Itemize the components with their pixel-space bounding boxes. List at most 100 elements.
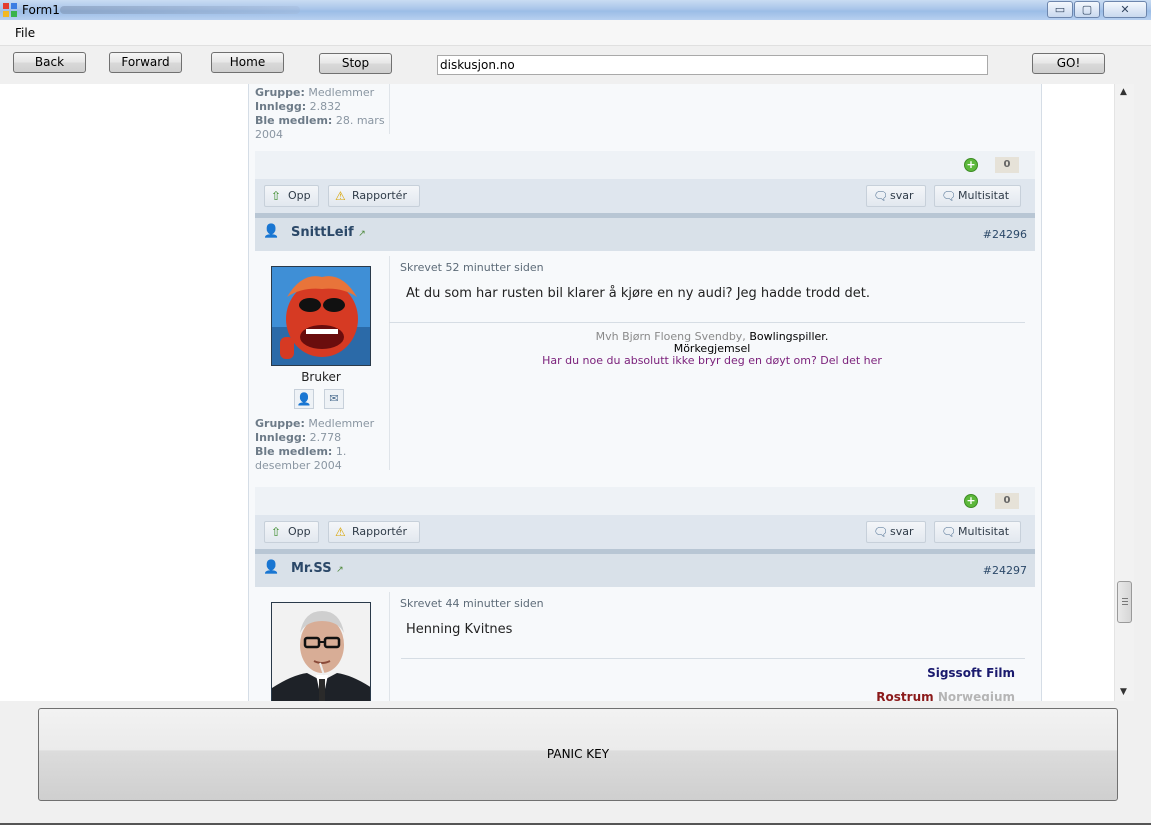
divider bbox=[389, 592, 390, 701]
arrow-up-icon: ⇧ bbox=[271, 189, 282, 203]
post-number[interactable]: #24297 bbox=[983, 564, 1027, 577]
maximize-button[interactable]: ▢ bbox=[1074, 1, 1100, 18]
avatar-image bbox=[272, 267, 370, 365]
warning-icon: ⚠ bbox=[335, 525, 346, 539]
scroll-up-icon[interactable]: ▲ bbox=[1120, 87, 1127, 97]
report-button[interactable]: ⚠ Rapportér bbox=[328, 521, 420, 543]
post-actions: ⇧ Opp ⚠ Rapportér 🗨 svar 🗨 Multisitat bbox=[255, 515, 1035, 549]
minimize-button[interactable]: ▭ bbox=[1047, 1, 1073, 18]
group-value: Medlemmer bbox=[308, 86, 375, 99]
toolbar: Back Forward Home Stop diskusjon.no GO! bbox=[0, 46, 1151, 84]
username-link[interactable]: Mr.SS bbox=[291, 561, 332, 576]
minimize-icon: ▭ bbox=[1054, 3, 1066, 16]
up-button[interactable]: ⇧ Opp bbox=[264, 185, 319, 207]
post-header: 👤 Mr.SS ↗ #24297 bbox=[255, 549, 1035, 587]
post-header: 👤 SnittLeif ↗ #24296 bbox=[255, 213, 1035, 251]
group-label: Gruppe: bbox=[255, 86, 305, 99]
multiquote-button[interactable]: 🗨 Multisitat bbox=[934, 521, 1021, 543]
menu-bar: File bbox=[0, 20, 1151, 46]
posts-value: 2.778 bbox=[309, 431, 342, 444]
signature-link[interactable]: Rostrum bbox=[876, 690, 933, 701]
post-number[interactable]: #24296 bbox=[983, 228, 1027, 241]
plus-icon[interactable]: + bbox=[964, 158, 978, 172]
reply-button[interactable]: 🗨 svar bbox=[866, 185, 926, 207]
report-button[interactable]: ⚠ Rapportér bbox=[328, 185, 420, 207]
reputation-count: 0 bbox=[995, 493, 1019, 509]
scrollbar-thumb[interactable] bbox=[1117, 581, 1132, 623]
group-value: Medlemmer bbox=[308, 417, 375, 430]
up-button[interactable]: ⇧ Opp bbox=[264, 521, 319, 543]
go-button[interactable]: GO! bbox=[1032, 53, 1105, 74]
signature-link[interactable]: Sigssoft Film bbox=[927, 666, 1015, 680]
up-label: Opp bbox=[288, 525, 311, 538]
multiquote-label: Multisitat bbox=[958, 189, 1010, 202]
arrow-up-icon: ⇧ bbox=[271, 525, 282, 539]
browser-viewport[interactable]: Gruppe: Medlemmer Innlegg: 2.832 Ble med… bbox=[0, 84, 1134, 701]
posts-label: Innlegg: bbox=[255, 100, 307, 113]
forward-button[interactable]: Forward bbox=[109, 52, 182, 73]
signature-link[interactable]: Bowlingspiller. bbox=[749, 330, 828, 343]
stop-button[interactable]: Stop bbox=[319, 53, 392, 74]
add-friend-icon: 👤 bbox=[296, 392, 312, 406]
add-friend-button[interactable]: 👤 bbox=[294, 389, 314, 409]
posted-time: Skrevet 52 minutter siden bbox=[400, 261, 544, 274]
home-button[interactable]: Home bbox=[211, 52, 284, 73]
reply-label: svar bbox=[890, 189, 914, 202]
signature-link[interactable]: Norwegium bbox=[938, 690, 1015, 701]
posts-label: Innlegg: bbox=[255, 431, 307, 444]
signature: Mvh Bjørn Floeng Svendby, Bowlingspiller… bbox=[389, 331, 1035, 367]
plus-icon[interactable]: + bbox=[964, 494, 978, 508]
multiquote-button[interactable]: 🗨 Multisitat bbox=[934, 185, 1021, 207]
panic-area: PANIC KEY bbox=[0, 701, 1151, 825]
grip-icon bbox=[1122, 598, 1128, 599]
user-offline-icon: 👤 bbox=[263, 560, 280, 575]
reputation-bar: + 0 bbox=[255, 487, 1035, 515]
signature-divider bbox=[401, 658, 1025, 659]
reply-icon: 🗨 bbox=[873, 189, 889, 203]
message-button[interactable]: ✉ bbox=[324, 389, 344, 409]
multiquote-label: Multisitat bbox=[958, 525, 1010, 538]
external-link-icon: ↗ bbox=[336, 565, 344, 575]
post-body: Henning Kvitnes bbox=[406, 622, 513, 637]
user-offline-icon: 👤 bbox=[263, 224, 280, 239]
close-button[interactable]: ✕ bbox=[1103, 1, 1147, 18]
reply-label: svar bbox=[890, 525, 914, 538]
avatar[interactable] bbox=[271, 602, 371, 701]
post-username[interactable]: SnittLeif ↗ bbox=[291, 225, 366, 240]
back-button[interactable]: Back bbox=[13, 52, 86, 73]
group-label: Gruppe: bbox=[255, 417, 305, 430]
multiquote-icon: 🗨 bbox=[941, 189, 957, 203]
scroll-down-icon[interactable]: ▼ bbox=[1120, 687, 1127, 697]
joined-label: Ble medlem: bbox=[255, 445, 333, 458]
reputation-bar: + 0 bbox=[255, 151, 1035, 179]
post-username[interactable]: Mr.SS ↗ bbox=[291, 561, 344, 576]
avatar-image bbox=[272, 603, 370, 701]
window-title: Form1 bbox=[22, 3, 60, 17]
divider bbox=[389, 84, 390, 134]
joined-label: Ble medlem: bbox=[255, 114, 333, 127]
post-actions: ⇧ Opp ⚠ Rapportér 🗨 svar 🗨 Multisitat bbox=[255, 179, 1035, 213]
reply-icon: 🗨 bbox=[873, 525, 889, 539]
user-info-prev: Gruppe: Medlemmer Innlegg: 2.832 Ble med… bbox=[255, 86, 385, 142]
vertical-scrollbar[interactable]: ▲ ▼ bbox=[1114, 84, 1134, 701]
envelope-icon: ✉ bbox=[329, 392, 339, 405]
close-icon: ✕ bbox=[1120, 3, 1130, 16]
up-label: Opp bbox=[288, 189, 311, 202]
report-label: Rapportér bbox=[352, 525, 407, 538]
panic-key-button[interactable]: PANIC KEY bbox=[38, 708, 1118, 801]
user-role: Bruker bbox=[301, 370, 341, 384]
posted-time: Skrevet 44 minutter siden bbox=[400, 597, 544, 610]
user-info: Gruppe: Medlemmer Innlegg: 2.778 Ble med… bbox=[255, 417, 385, 473]
signature-link[interactable]: Har du noe du absolutt ikke bryr deg en … bbox=[389, 355, 1035, 367]
signature: Rostrum Norwegium bbox=[876, 690, 1015, 701]
address-input[interactable]: diskusjon.no bbox=[437, 55, 988, 75]
avatar[interactable] bbox=[271, 266, 371, 366]
reputation-count: 0 bbox=[995, 157, 1019, 173]
reply-button[interactable]: 🗨 svar bbox=[866, 521, 926, 543]
title-bar: Form1 ▭ ▢ ✕ bbox=[0, 0, 1151, 20]
multiquote-icon: 🗨 bbox=[941, 525, 957, 539]
menu-file[interactable]: File bbox=[15, 26, 35, 40]
signature-divider bbox=[389, 322, 1025, 323]
external-link-icon: ↗ bbox=[358, 229, 366, 239]
username-link[interactable]: SnittLeif bbox=[291, 225, 354, 240]
